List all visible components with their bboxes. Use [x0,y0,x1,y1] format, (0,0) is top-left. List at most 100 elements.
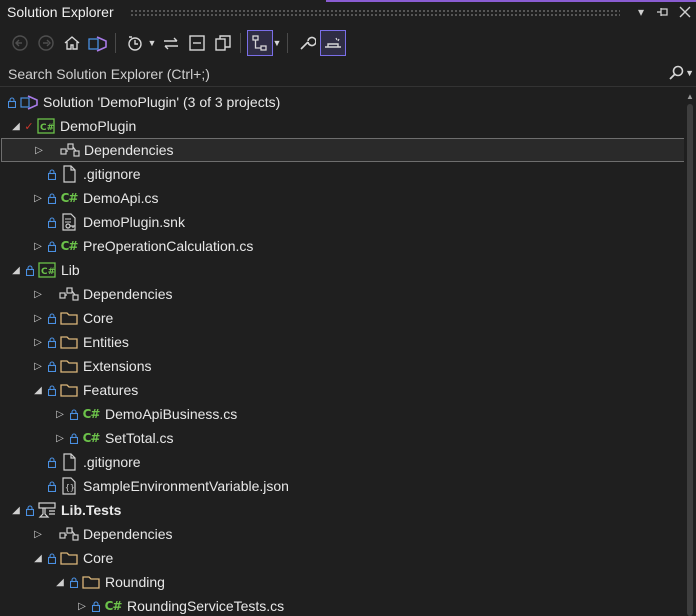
search-options-dropdown-icon[interactable]: ▼ [685,68,694,78]
properties-button[interactable] [295,31,319,55]
collapsed-chevron-icon[interactable]: ▷ [32,522,44,546]
home-button[interactable] [60,31,84,55]
lock-icon [47,378,57,402]
solution-tree[interactable]: Solution 'DemoPlugin' (3 of 3 projects) ◢… [0,90,684,616]
dependencies-node[interactable]: ▷ Dependencies [1,138,684,162]
tree-item-label: Lib [61,262,80,278]
lock-spacer [48,138,58,162]
scroll-up-icon[interactable]: ▲ [686,92,694,101]
expanded-chevron-icon[interactable]: ◢ [32,378,44,402]
file-settotal[interactable]: ▷ C# SetTotal.cs [0,426,684,450]
collapsed-chevron-icon[interactable]: ▷ [32,330,44,354]
file-sampleenv[interactable]: {} SampleEnvironmentVariable.json [0,474,684,498]
folder-core[interactable]: ◢ Core [0,546,684,570]
search-input[interactable]: Search Solution Explorer (Ctrl+;) [8,66,210,82]
svg-text:{}: {} [65,483,75,492]
csharp-file-icon: C# [60,239,79,253]
lock-icon [69,570,79,594]
expanded-chevron-icon[interactable]: ◢ [10,114,22,138]
collapsed-chevron-icon[interactable]: ▷ [32,234,44,258]
file-roundingservicetests[interactable]: ▷ C# RoundingServiceTests.cs [0,594,684,616]
project-lib-tests[interactable]: ◢ Lib.Tests [0,498,684,522]
collapsed-chevron-icon[interactable]: ▷ [32,282,44,306]
file-demoapibusiness[interactable]: ▷ C# DemoApiBusiness.cs [0,402,684,426]
forward-icon [38,35,54,51]
window-menu-dropdown-icon[interactable]: ▾ [634,3,648,21]
csharp-file-icon: C# [82,431,101,445]
lock-icon [7,90,17,114]
tree-item-label: PreOperationCalculation.cs [83,238,254,254]
collapsed-chevron-icon[interactable]: ▷ [32,186,44,210]
file-demoapi[interactable]: ▷ C# DemoApi.cs [0,186,684,210]
collapse-all-icon [189,35,205,51]
vertical-scrollbar[interactable]: ▲ [684,90,696,616]
collapsed-chevron-icon[interactable]: ▷ [32,354,44,378]
folder-core[interactable]: ▷ Core [0,306,684,330]
tree-item-label: Dependencies [83,286,173,302]
collapsed-chevron-icon[interactable]: ▷ [32,306,44,330]
tree-item-label: Dependencies [83,526,173,542]
back-button[interactable] [8,31,32,55]
expanded-chevron-icon[interactable]: ◢ [10,258,22,282]
lock-icon [25,258,35,282]
tree-item-label: Extensions [83,358,152,374]
lock-icon [91,594,101,616]
project-demoplugin[interactable]: ◢ ✓ C# DemoPlugin [0,114,684,138]
file-demoplugin-snk[interactable]: DemoPlugin.snk [0,210,684,234]
tree-item-label: DemoApi.cs [83,190,159,206]
tree-view-button[interactable] [247,30,273,56]
drag-grip[interactable] [130,9,620,16]
search-icon[interactable] [668,65,684,84]
tree-view-dropdown-icon[interactable]: ▼ [272,31,282,55]
expanded-chevron-icon[interactable]: ◢ [54,570,66,594]
csharp-project-icon: C# [37,258,57,282]
switch-views-button[interactable] [86,31,110,55]
collapsed-chevron-icon[interactable]: ▷ [54,402,66,426]
title-bar: Solution Explorer ▾ [0,0,696,26]
collapse-all-button[interactable] [185,31,209,55]
collapsed-chevron-icon[interactable]: ▷ [76,594,88,616]
copy-icon [215,35,231,51]
project-lib[interactable]: ◢ C# Lib [0,258,684,282]
solution-node[interactable]: Solution 'DemoPlugin' (3 of 3 projects) [0,90,684,114]
solution-icon [19,90,39,114]
dependencies-node[interactable]: ▷ Dependencies [0,282,684,306]
folder-entities[interactable]: ▷ Entities [0,330,684,354]
file-gitignore[interactable]: .gitignore [0,450,684,474]
folder-icon [59,306,79,330]
folder-rounding[interactable]: ◢ Rounding [0,570,684,594]
tree-item-label: SetTotal.cs [105,430,174,446]
preview-icon [325,37,341,48]
folder-features[interactable]: ◢ Features [0,378,684,402]
csharp-file-icon: C# [60,191,79,205]
show-all-files-button[interactable] [211,31,235,55]
scrollbar-thumb[interactable] [687,104,693,616]
forward-button[interactable] [34,31,58,55]
folder-extensions[interactable]: ▷ Extensions [0,354,684,378]
filter-dropdown-icon[interactable]: ▼ [147,31,157,55]
tree-item-label: Entities [83,334,129,350]
collapsed-chevron-icon[interactable]: ▷ [54,426,66,450]
preview-selected-items-button[interactable] [320,30,346,56]
file-preoperation[interactable]: ▷ C# PreOperationCalculation.cs [0,234,684,258]
close-icon[interactable] [678,3,692,21]
folder-icon [59,378,79,402]
key-file-icon [59,210,79,234]
sync-arrows-icon [164,37,178,50]
file-gitignore[interactable]: .gitignore [0,162,684,186]
sync-with-active-document-button[interactable] [159,31,183,55]
search-box[interactable]: Search Solution Explorer (Ctrl+;) ▼ [0,62,696,87]
csharp-project-icon: C# [36,114,56,138]
dependencies-node[interactable]: ▷ Dependencies [0,522,684,546]
tree-item-label: Features [83,382,139,398]
dependencies-icon [59,522,79,546]
lock-icon [47,306,57,330]
pending-changes-filter-button[interactable] [123,31,147,55]
expanded-chevron-icon[interactable]: ◢ [10,498,22,522]
expanded-chevron-icon[interactable]: ◢ [32,546,44,570]
tree-item-label: Rounding [105,574,165,590]
collapsed-chevron-icon[interactable]: ▷ [33,138,45,162]
folder-icon [59,330,79,354]
pin-icon[interactable] [656,3,670,21]
